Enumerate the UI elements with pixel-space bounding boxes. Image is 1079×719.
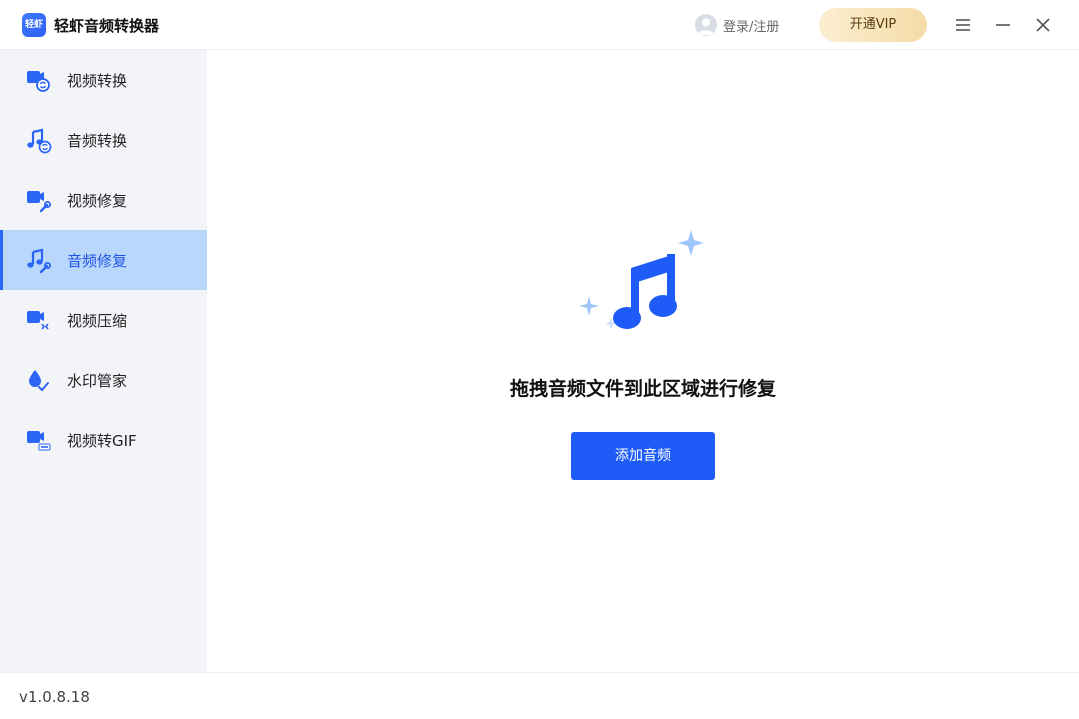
sidebar-item-label: 视频转换 — [67, 72, 128, 90]
sidebar: 视频转换 音频转换 视频修复 音频修复 视频压缩 水印管家 视频转GIF — [0, 50, 207, 672]
sidebar-item-label: 音频修复 — [67, 252, 128, 270]
sidebar-item-audio-convert[interactable]: 音频转换 — [0, 110, 207, 170]
sidebar-item-video-gif[interactable]: 视频转GIF — [0, 410, 207, 470]
drop-zone[interactable]: 拖拽音频文件到此区域进行修复 添加音频 — [207, 50, 1079, 672]
title-bar: 轻虾 轻虾音频转换器 登录/注册 开通VIP — [0, 0, 1079, 50]
vip-button[interactable]: 开通VIP — [819, 8, 927, 42]
sidebar-item-label: 视频压缩 — [67, 312, 128, 330]
minimize-icon[interactable] — [992, 14, 1014, 36]
login-label: 登录/注册 — [723, 19, 780, 35]
version-label: v1.0.8.18 — [19, 688, 90, 706]
sidebar-item-video-repair[interactable]: 视频修复 — [0, 170, 207, 230]
close-icon[interactable] — [1032, 14, 1054, 36]
avatar-icon — [695, 14, 717, 36]
login-button[interactable]: 登录/注册 — [695, 13, 779, 37]
sidebar-item-label: 音频转换 — [67, 132, 128, 150]
drop-instruction: 拖拽音频文件到此区域进行修复 — [509, 378, 776, 400]
video-convert-icon — [26, 68, 52, 94]
sidebar-item-watermark[interactable]: 水印管家 — [0, 350, 207, 410]
sidebar-item-video-convert[interactable]: 视频转换 — [0, 50, 207, 110]
app-logo-icon: 轻虾 — [22, 13, 46, 37]
audio-repair-icon — [26, 248, 52, 274]
sidebar-item-label: 水印管家 — [67, 372, 128, 390]
footer: v1.0.8.18 — [0, 672, 1079, 719]
video-repair-icon — [26, 188, 52, 214]
sidebar-item-label: 视频转GIF — [67, 432, 137, 450]
add-audio-button[interactable]: 添加音频 — [571, 432, 715, 480]
sidebar-item-audio-repair[interactable]: 音频修复 — [0, 230, 207, 290]
menu-icon[interactable] — [952, 14, 974, 36]
audio-convert-icon — [26, 128, 52, 154]
app-title: 轻虾音频转换器 — [54, 17, 160, 35]
music-note-icon — [579, 226, 709, 336]
video-gif-icon — [26, 428, 52, 454]
sidebar-item-label: 视频修复 — [67, 192, 128, 210]
watermark-icon — [26, 368, 52, 394]
sidebar-item-video-compress[interactable]: 视频压缩 — [0, 290, 207, 350]
video-compress-icon — [26, 308, 52, 334]
